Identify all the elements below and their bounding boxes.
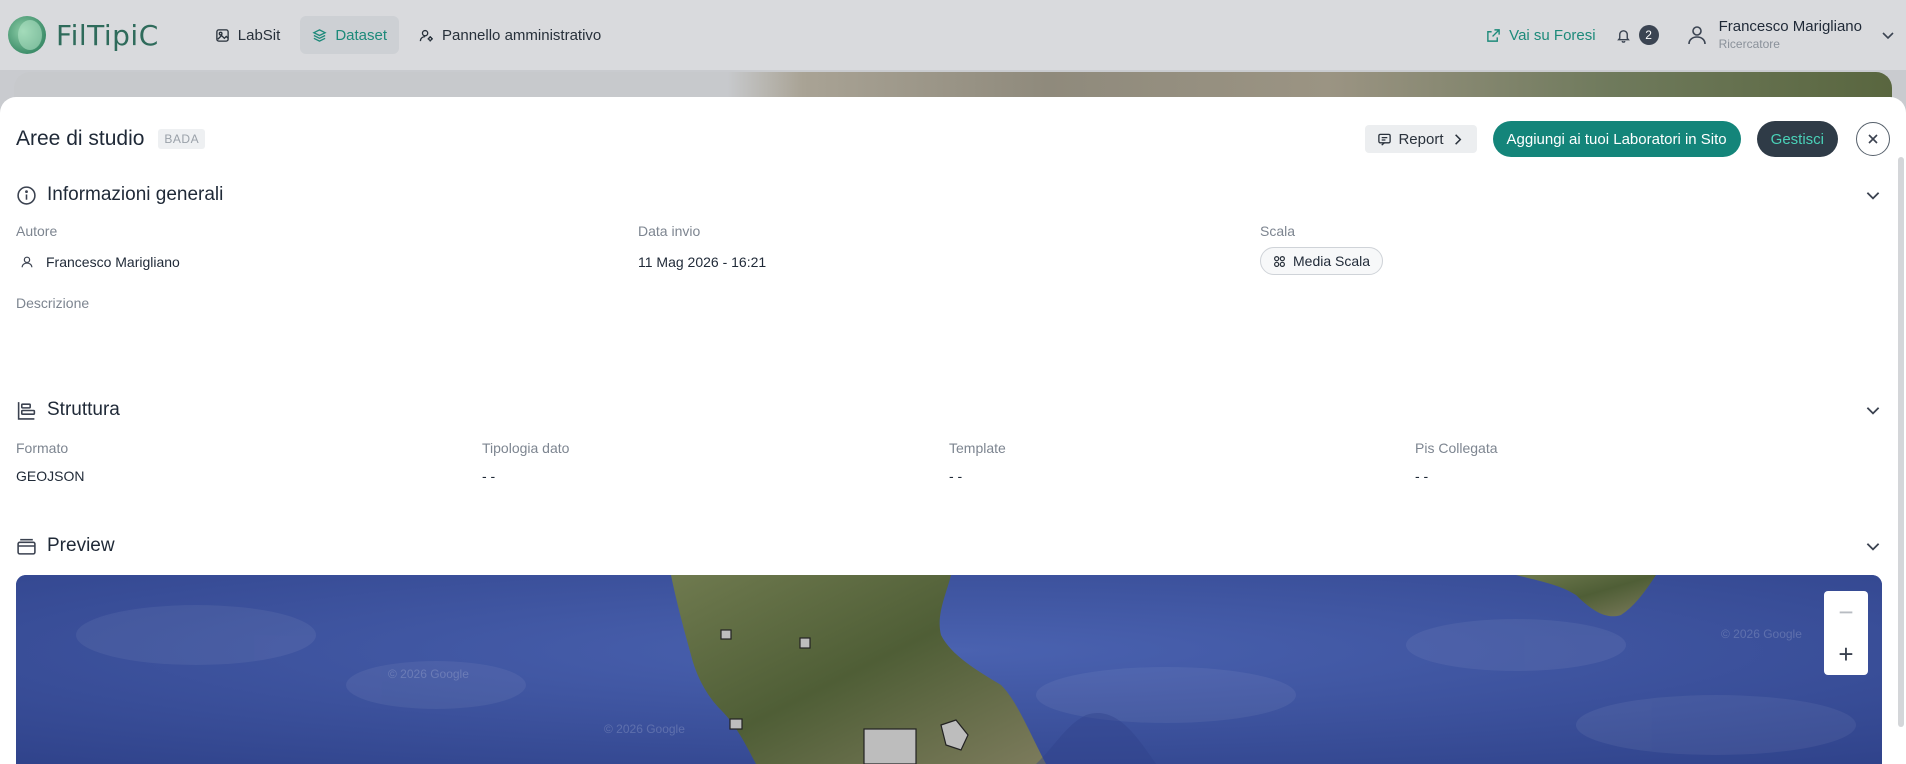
notifications-button[interactable]: 2: [1616, 25, 1659, 45]
external-link[interactable]: Vai su Foresi: [1486, 26, 1596, 44]
scale-chip-label: Media Scala: [1293, 253, 1371, 269]
grid-icon: [1274, 255, 1285, 267]
nav-item-label: Pannello amministrativo: [442, 26, 602, 44]
description-label: Descrizione: [16, 295, 90, 311]
report-label: Report: [1398, 130, 1444, 148]
user-icon: [21, 256, 33, 268]
page-title: Aree di studio: [16, 127, 145, 150]
chevron-down-icon[interactable]: [1864, 186, 1882, 204]
section-title: Preview: [47, 535, 115, 556]
topbar-right: Vai su Foresi 2 Francesco Marigliano Ric…: [1486, 17, 1896, 52]
template-value: - -: [949, 468, 963, 484]
scrollbar[interactable]: [1898, 157, 1904, 727]
section-general-info[interactable]: Informazioni generali: [16, 182, 1882, 208]
author-name: Francesco Marigliano: [46, 254, 180, 270]
info-icon: [17, 185, 36, 205]
map-watermark: © 2026 Google: [1721, 627, 1802, 641]
dataset-tag: BADA: [158, 129, 206, 149]
user-menu[interactable]: Francesco Marigliano Ricercatore: [1685, 17, 1896, 52]
manage-button[interactable]: Gestisci: [1756, 121, 1838, 157]
user-settings-icon: [419, 29, 433, 41]
logo-icon: [8, 16, 46, 54]
satellite-map: [16, 575, 1882, 764]
map-zoom-controls: − +: [1824, 591, 1868, 675]
nav-item-labsit[interactable]: LabSit: [203, 16, 293, 54]
notifications-badge: 2: [1638, 25, 1659, 45]
preview-icon: [17, 538, 36, 555]
main-nav: LabSit Dataset Pannello amministrativo: [203, 16, 614, 54]
map-preview[interactable]: © 2026 Google © 2026 Google © 2026 Googl…: [16, 575, 1882, 764]
chevron-down-icon[interactable]: [1864, 537, 1882, 555]
user-info: Francesco Marigliano Ricercatore: [1718, 17, 1862, 52]
zoom-out-button[interactable]: −: [1824, 592, 1868, 632]
add-to-labs-button[interactable]: Aggiungi ai tuoi Laboratori in Sito: [1492, 121, 1741, 157]
format-value: GEOJSON: [16, 468, 85, 484]
map-watermark: © 2026 Google: [388, 667, 469, 681]
brand-name: FilTipiC: [56, 18, 159, 52]
scale-chip: Media Scala: [1260, 247, 1384, 275]
template-label: Template: [949, 440, 1006, 456]
chevron-down-icon: [1882, 32, 1894, 40]
map-watermark: © 2026 Google: [604, 722, 685, 736]
structure-icon: [17, 401, 36, 420]
nav-item-label: LabSit: [237, 26, 281, 44]
background-image-strip: [14, 72, 1892, 100]
header-actions: Report Aggiungi ai tuoi Laboratori in Si…: [1365, 121, 1890, 157]
close-icon: [1868, 134, 1878, 144]
pis-label: Pis Collegata: [1415, 440, 1498, 456]
panel-header: Aree di studio BADA Report Aggiungi ai t…: [16, 121, 1890, 157]
date-value: 11 Mag 2026 - 16:21: [638, 254, 767, 270]
author-label: Autore: [16, 223, 58, 239]
report-button[interactable]: Report: [1365, 125, 1477, 153]
close-button[interactable]: [1856, 122, 1890, 156]
bell-icon: [1616, 29, 1630, 43]
chevron-right-icon: [1454, 133, 1461, 145]
top-navbar: FilTipiC LabSit Dataset Pannello amminis…: [0, 0, 1906, 70]
format-label: Formato: [16, 440, 69, 456]
type-label: Tipologia dato: [482, 440, 570, 456]
report-icon: [1378, 133, 1392, 146]
external-link-label: Vai su Foresi: [1509, 26, 1596, 44]
nav-item-label: Dataset: [335, 26, 388, 44]
nav-item-admin[interactable]: Pannello amministrativo: [407, 16, 613, 54]
section-title: Struttura: [47, 399, 120, 420]
external-link-icon: [1487, 28, 1500, 42]
section-structure[interactable]: Struttura: [16, 397, 1882, 423]
scale-value: Media Scala: [1260, 247, 1384, 275]
chevron-down-icon[interactable]: [1864, 401, 1882, 419]
nav-item-dataset[interactable]: Dataset: [300, 16, 400, 54]
section-title: Informazioni generali: [47, 184, 224, 205]
zoom-in-button[interactable]: +: [1824, 634, 1868, 674]
image-icon: [215, 28, 229, 42]
layers-icon: [312, 28, 327, 42]
user-name: Francesco Marigliano: [1718, 17, 1862, 35]
section-preview[interactable]: Preview: [16, 533, 1882, 559]
user-icon: [1687, 26, 1706, 45]
user-role: Ricercatore: [1718, 37, 1780, 52]
type-value: - -: [482, 468, 496, 484]
date-label: Data invio: [638, 223, 701, 239]
pis-value: - -: [1415, 468, 1429, 484]
author-value: Francesco Marigliano: [20, 254, 180, 270]
brand[interactable]: FilTipiC: [8, 16, 159, 54]
scale-label: Scala: [1260, 223, 1296, 239]
